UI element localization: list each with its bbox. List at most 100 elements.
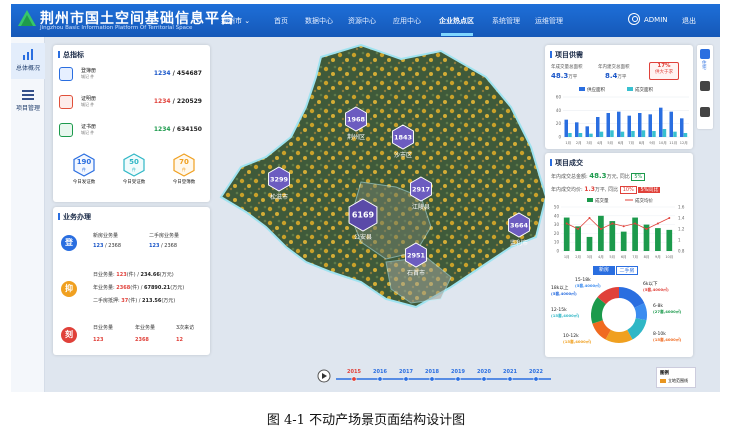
mortgage-year-line: 年业务量: 2368(件) / 67890.21(万元): [93, 285, 185, 291]
supply-stat-value: 48.3万平: [551, 72, 578, 80]
nav-resource-center[interactable]: 资源中心: [348, 16, 376, 26]
list-icon: [22, 90, 34, 100]
city-selector[interactable]: 荆州市 ⌄: [221, 16, 250, 26]
sidebar-item-overview[interactable]: 总体概况: [11, 43, 45, 79]
map-region-label: 监利市: [510, 239, 528, 247]
legend-label-deal: 成交面积: [635, 86, 653, 93]
map-legend-item: 立地范围线: [668, 378, 688, 383]
pie-slice-count: (15套,4000㎡): [653, 337, 682, 342]
residence-tool-icon[interactable]: [700, 49, 710, 59]
top-header: 荆州市国土空间基础信息平台 Jingzhou Basic Information…: [11, 4, 720, 37]
bar-chart-icon: [23, 49, 33, 60]
indicator-value: 1234 / 220529: [153, 98, 202, 105]
x-tick-label: 1月: [564, 254, 570, 259]
tab-new-house[interactable]: 新房: [593, 266, 615, 275]
supply-stat-label: 年成交量总面积: [551, 65, 583, 70]
territory-map[interactable]: 1968 荆州区 1843 沙市区 3299 松滋市 2917 江陵县 6169 公安县 2951 石…: [211, 37, 551, 357]
timeline-year-label: 2021: [503, 369, 517, 375]
y-tick-label: 20: [556, 121, 562, 126]
x-tick-label: 2月: [576, 140, 582, 145]
x-tick-label: 3月: [587, 254, 593, 259]
timeline-year-dot: [481, 376, 487, 382]
x-tick-label: 7月: [632, 254, 638, 259]
nav-system[interactable]: 系统管理: [492, 16, 520, 26]
indicator-value: 1234 / 634150: [153, 126, 202, 133]
indicator-row-proof[interactable]: 证明册 城记 件 1234 / 220529: [59, 93, 202, 115]
supply-bar: [575, 122, 579, 137]
timeline-year-dot: [507, 376, 513, 382]
nav-data-center[interactable]: 数据中心: [305, 16, 333, 26]
nav-ops[interactable]: 运维管理: [535, 16, 563, 26]
volume-bar: [586, 236, 593, 251]
commercial-tool-icon[interactable]: [700, 107, 710, 117]
timeline-year-label: 2016: [373, 369, 387, 375]
nav-home[interactable]: 首页: [274, 16, 288, 26]
supply-bar: [606, 113, 610, 137]
indicator-row-certificate[interactable]: 证书册 城记 件 1234 / 634150: [59, 121, 202, 143]
timeline-year-dot: [429, 376, 435, 382]
user-icon[interactable]: [628, 13, 640, 25]
map-legend-swatch: [660, 379, 666, 383]
deal-stat-value: 8.4万平: [605, 72, 627, 80]
mortgage-biz-icon: 抑: [61, 281, 77, 297]
y-tick-label: 40: [554, 213, 560, 218]
today-issued-label: 今日发证数: [72, 180, 96, 185]
price-point: [668, 217, 671, 219]
x-tick-label: 7月: [628, 140, 634, 145]
map-region-label: 荆州区: [347, 133, 365, 141]
sidebar-item-projects[interactable]: 项目管理: [11, 83, 45, 119]
pie-slice-label: 18k以上: [551, 284, 569, 291]
deal-bar: [683, 133, 688, 137]
price-line: [566, 217, 670, 230]
proof-icon: [59, 95, 73, 109]
pie-slice-count: (15套,4000㎡): [563, 339, 592, 344]
map-region-label: 江陵县: [412, 203, 430, 211]
y-tick-label: 10: [554, 240, 560, 245]
map-legend-title: 图例: [660, 371, 669, 376]
deal-amount-badge: 5%: [631, 173, 646, 181]
deal-bar: [673, 131, 677, 137]
nav-app-center[interactable]: 应用中心: [393, 16, 421, 26]
x-tick-label: 2月: [575, 254, 581, 259]
pie-slice-count: (15套,4000㎡): [551, 313, 580, 318]
timeline-year-label: 2019: [451, 369, 465, 375]
engrave-visit-label: 3次来访: [176, 325, 195, 331]
supply-bar: [596, 117, 600, 137]
indicator-row-register[interactable]: 登簿册 城记 件 1234 / 454687: [59, 65, 202, 87]
pie-slice-count: (27套,4000㎡): [653, 309, 682, 314]
residence-tool-label: 住宅: [702, 61, 707, 71]
map-region-label: 松滋市: [270, 193, 288, 201]
tab-second-house[interactable]: 二手房: [616, 266, 638, 275]
logout-link[interactable]: 退出: [682, 16, 696, 26]
timeline-year-dot: [351, 376, 357, 382]
price-point: [588, 217, 591, 219]
user-name[interactable]: ADMIN: [644, 16, 668, 24]
x-tick-label: 4月: [597, 140, 603, 145]
y-tick-label: 0: [558, 135, 561, 140]
x-tick-label: 10月: [659, 140, 667, 145]
industry-tool-icon[interactable]: [700, 81, 710, 91]
panel-title: 项目供需: [550, 51, 583, 59]
price-point: [656, 222, 659, 225]
y2-tick-label: 1.2: [678, 227, 685, 232]
supply-bar: [638, 113, 642, 137]
engrave-day-value: 123: [93, 337, 104, 343]
indicator-sub: 城记 件: [81, 102, 95, 107]
volume-bar: [609, 221, 616, 251]
panel-title: 业务办理: [58, 213, 91, 221]
mortgage-day-line: 日业务量: 123(件) / 234.66(万元): [93, 272, 174, 278]
map-marker-value: 3664: [510, 222, 529, 230]
register-biz-icon: 登: [61, 235, 77, 251]
today-registered-unit: 件: [182, 167, 186, 172]
y-tick-label: 40: [556, 108, 562, 113]
panel-title: 总指标: [58, 51, 84, 59]
deal-bar: [652, 131, 656, 137]
price-point: [645, 228, 648, 230]
nav-hotspot[interactable]: 企业热点区: [439, 16, 474, 26]
year-timeline[interactable]: 2015 2016 2017 2018 2019 2020 2021 2022: [316, 366, 556, 386]
map-marker-value: 6169: [352, 211, 375, 220]
today-received-unit: 件: [132, 167, 136, 172]
volume-bar: [620, 231, 627, 251]
panel-title: 项目成交: [550, 159, 583, 167]
supply-bar: [659, 107, 663, 137]
